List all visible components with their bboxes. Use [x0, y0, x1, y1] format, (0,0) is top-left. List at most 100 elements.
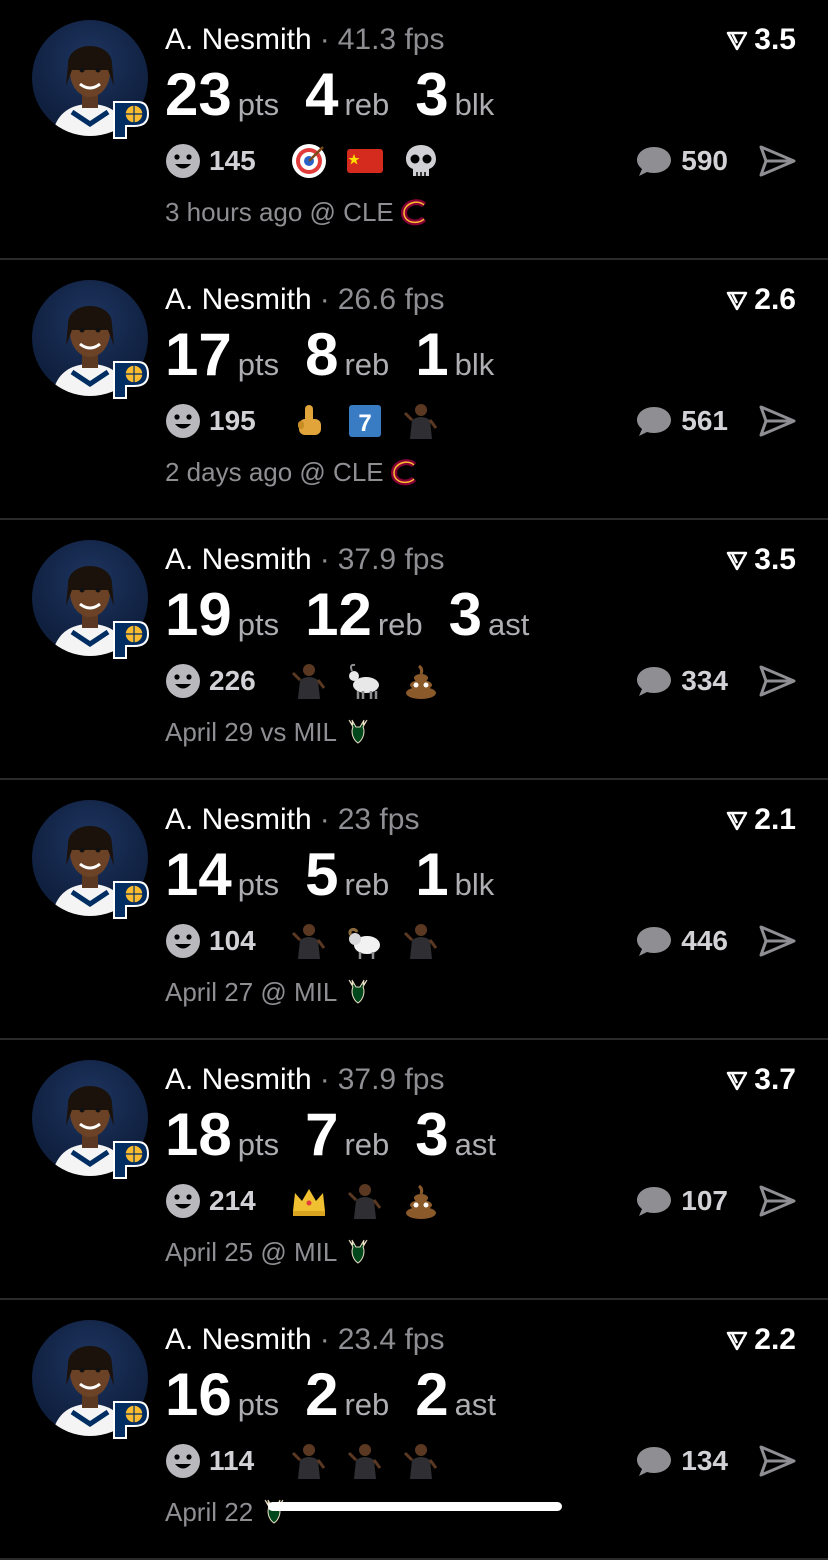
comments[interactable]: 134 — [635, 1440, 728, 1482]
share-button[interactable] — [758, 1182, 796, 1220]
game-info[interactable]: April 27 @ MIL — [165, 974, 373, 1010]
smiley-reaction-icon[interactable] — [165, 1443, 201, 1479]
post-card[interactable]: A. Nesmith · 37.9 fps 3.5 19 pts 12 reb 3 ast 2… — [0, 520, 828, 780]
smiley-reaction-icon[interactable] — [165, 143, 201, 179]
smiley-reaction-icon[interactable] — [165, 663, 201, 699]
stat-line: 16 pts 2 reb 2 ast — [165, 1362, 522, 1428]
player-name[interactable]: A. Nesmith — [165, 803, 312, 836]
share-button[interactable] — [758, 142, 796, 180]
poop-icon[interactable] — [399, 661, 443, 701]
share-button[interactable] — [758, 922, 796, 960]
player-icon[interactable] — [343, 1181, 387, 1221]
jersey-7-icon[interactable]: 7 — [343, 401, 387, 441]
middle-finger-icon[interactable] — [287, 401, 331, 441]
china-flag-icon[interactable] — [343, 141, 387, 181]
player-icon[interactable] — [399, 1441, 443, 1481]
stat-unit: ast — [454, 1127, 497, 1162]
stat-value: 1 — [415, 841, 449, 908]
share-button[interactable] — [758, 402, 796, 440]
reaction-count: 114 — [209, 1445, 255, 1476]
game-info[interactable]: April 22 — [165, 1494, 289, 1530]
rating-value: 2.2 — [754, 1323, 796, 1356]
rating[interactable]: 2.1 — [726, 800, 796, 840]
stat-value: 3 — [415, 61, 449, 128]
game-info[interactable]: 2 days ago @ CLE — [165, 454, 420, 490]
game-info[interactable]: April 29 vs MIL — [165, 714, 373, 750]
comment-bubble-icon — [637, 407, 672, 436]
reaction-row: 226 — [165, 660, 455, 702]
rating-value: 2.6 — [754, 283, 796, 316]
stat-unit: pts — [237, 1387, 280, 1422]
svg-text:7: 7 — [358, 410, 371, 437]
post-title: A. Nesmith · 37.9 fps — [165, 540, 444, 580]
smiley-reaction-icon[interactable] — [165, 1183, 201, 1219]
reaction-emojis — [287, 1181, 455, 1221]
rating[interactable]: 3.5 — [726, 20, 796, 60]
rating[interactable]: 2.2 — [726, 1320, 796, 1360]
player-icon[interactable] — [287, 661, 331, 701]
comments[interactable]: 590 — [635, 140, 728, 182]
stat-unit: reb — [344, 1387, 390, 1422]
player-icon[interactable] — [343, 1441, 387, 1481]
post-card[interactable]: A. Nesmith · 26.6 fps 2.6 17 pts 8 reb 1 blk 19… — [0, 260, 828, 520]
comment-count: 446 — [681, 925, 728, 956]
stat-value: 2 — [305, 1361, 339, 1428]
share-button[interactable] — [758, 662, 796, 700]
poop-icon[interactable] — [399, 1181, 443, 1221]
stat-unit: reb — [344, 347, 390, 382]
rating-arrow-icon — [727, 811, 748, 831]
game-time: April 27 @ MIL — [165, 977, 338, 1007]
player-icon[interactable] — [287, 921, 331, 961]
goat-icon[interactable] — [343, 661, 387, 701]
comment-bubble-icon — [637, 147, 672, 176]
reaction-count: 214 — [209, 1185, 256, 1216]
rating[interactable]: 2.6 — [726, 280, 796, 320]
post-card[interactable]: A. Nesmith · 37.9 fps 3.7 18 pts 7 reb 3 ast 21… — [0, 1040, 828, 1300]
player-name[interactable]: A. Nesmith — [165, 543, 312, 576]
reaction-emojis: 7 — [287, 401, 455, 441]
pacers-logo-icon — [108, 618, 152, 662]
home-indicator[interactable] — [268, 1502, 562, 1511]
game-info[interactable]: 3 hours ago @ CLE — [165, 194, 430, 230]
reaction-count: 226 — [209, 665, 256, 696]
post-card[interactable]: A. Nesmith · 23.4 fps 2.2 16 pts 2 reb 2 ast 11… — [0, 1300, 828, 1560]
stat-value: 17 — [165, 321, 232, 388]
reaction-emojis — [287, 661, 455, 701]
comments[interactable]: 107 — [635, 1180, 728, 1222]
stat-unit: blk — [454, 347, 495, 382]
comment-count: 134 — [681, 1445, 728, 1476]
game-time: April 25 @ MIL — [165, 1237, 338, 1267]
player-name[interactable]: A. Nesmith — [165, 23, 312, 56]
comments[interactable]: 446 — [635, 920, 728, 962]
rating[interactable]: 3.7 — [726, 1060, 796, 1100]
game-info[interactable]: April 25 @ MIL — [165, 1234, 373, 1270]
player-name[interactable]: A. Nesmith — [165, 1063, 312, 1096]
crown-icon[interactable] — [287, 1181, 331, 1221]
ram-icon[interactable] — [343, 921, 387, 961]
share-button[interactable] — [758, 1442, 796, 1480]
comment-bubble-icon — [637, 927, 672, 956]
player-icon[interactable] — [399, 921, 443, 961]
reaction-count: 145 — [209, 145, 256, 176]
title-separator: · — [319, 803, 330, 836]
skull-icon[interactable] — [399, 141, 443, 181]
comments[interactable]: 561 — [635, 400, 728, 442]
player-name[interactable]: A. Nesmith — [165, 1323, 312, 1356]
player-name[interactable]: A. Nesmith — [165, 283, 312, 316]
stat-value: 23 — [165, 61, 232, 128]
send-icon — [759, 1445, 796, 1477]
post-card[interactable]: A. Nesmith · 41.3 fps 3.5 23 pts 4 reb 3 blk 14… — [0, 0, 828, 260]
smiley-reaction-icon[interactable] — [165, 923, 201, 959]
fps-score: 23 fps — [337, 803, 420, 836]
post-card[interactable]: A. Nesmith · 23 fps 2.1 14 pts 5 reb 1 blk 104 … — [0, 780, 828, 1040]
rating-arrow-icon — [727, 551, 748, 571]
player-icon[interactable] — [287, 1441, 331, 1481]
target-icon[interactable] — [287, 141, 331, 181]
player-icon[interactable] — [399, 401, 443, 441]
fps-score: 41.3 fps — [337, 23, 445, 56]
fps-score: 37.9 fps — [337, 543, 445, 576]
stat-value: 4 — [305, 61, 339, 128]
comments[interactable]: 334 — [635, 660, 728, 702]
rating[interactable]: 3.5 — [726, 540, 796, 580]
smiley-reaction-icon[interactable] — [165, 403, 201, 439]
